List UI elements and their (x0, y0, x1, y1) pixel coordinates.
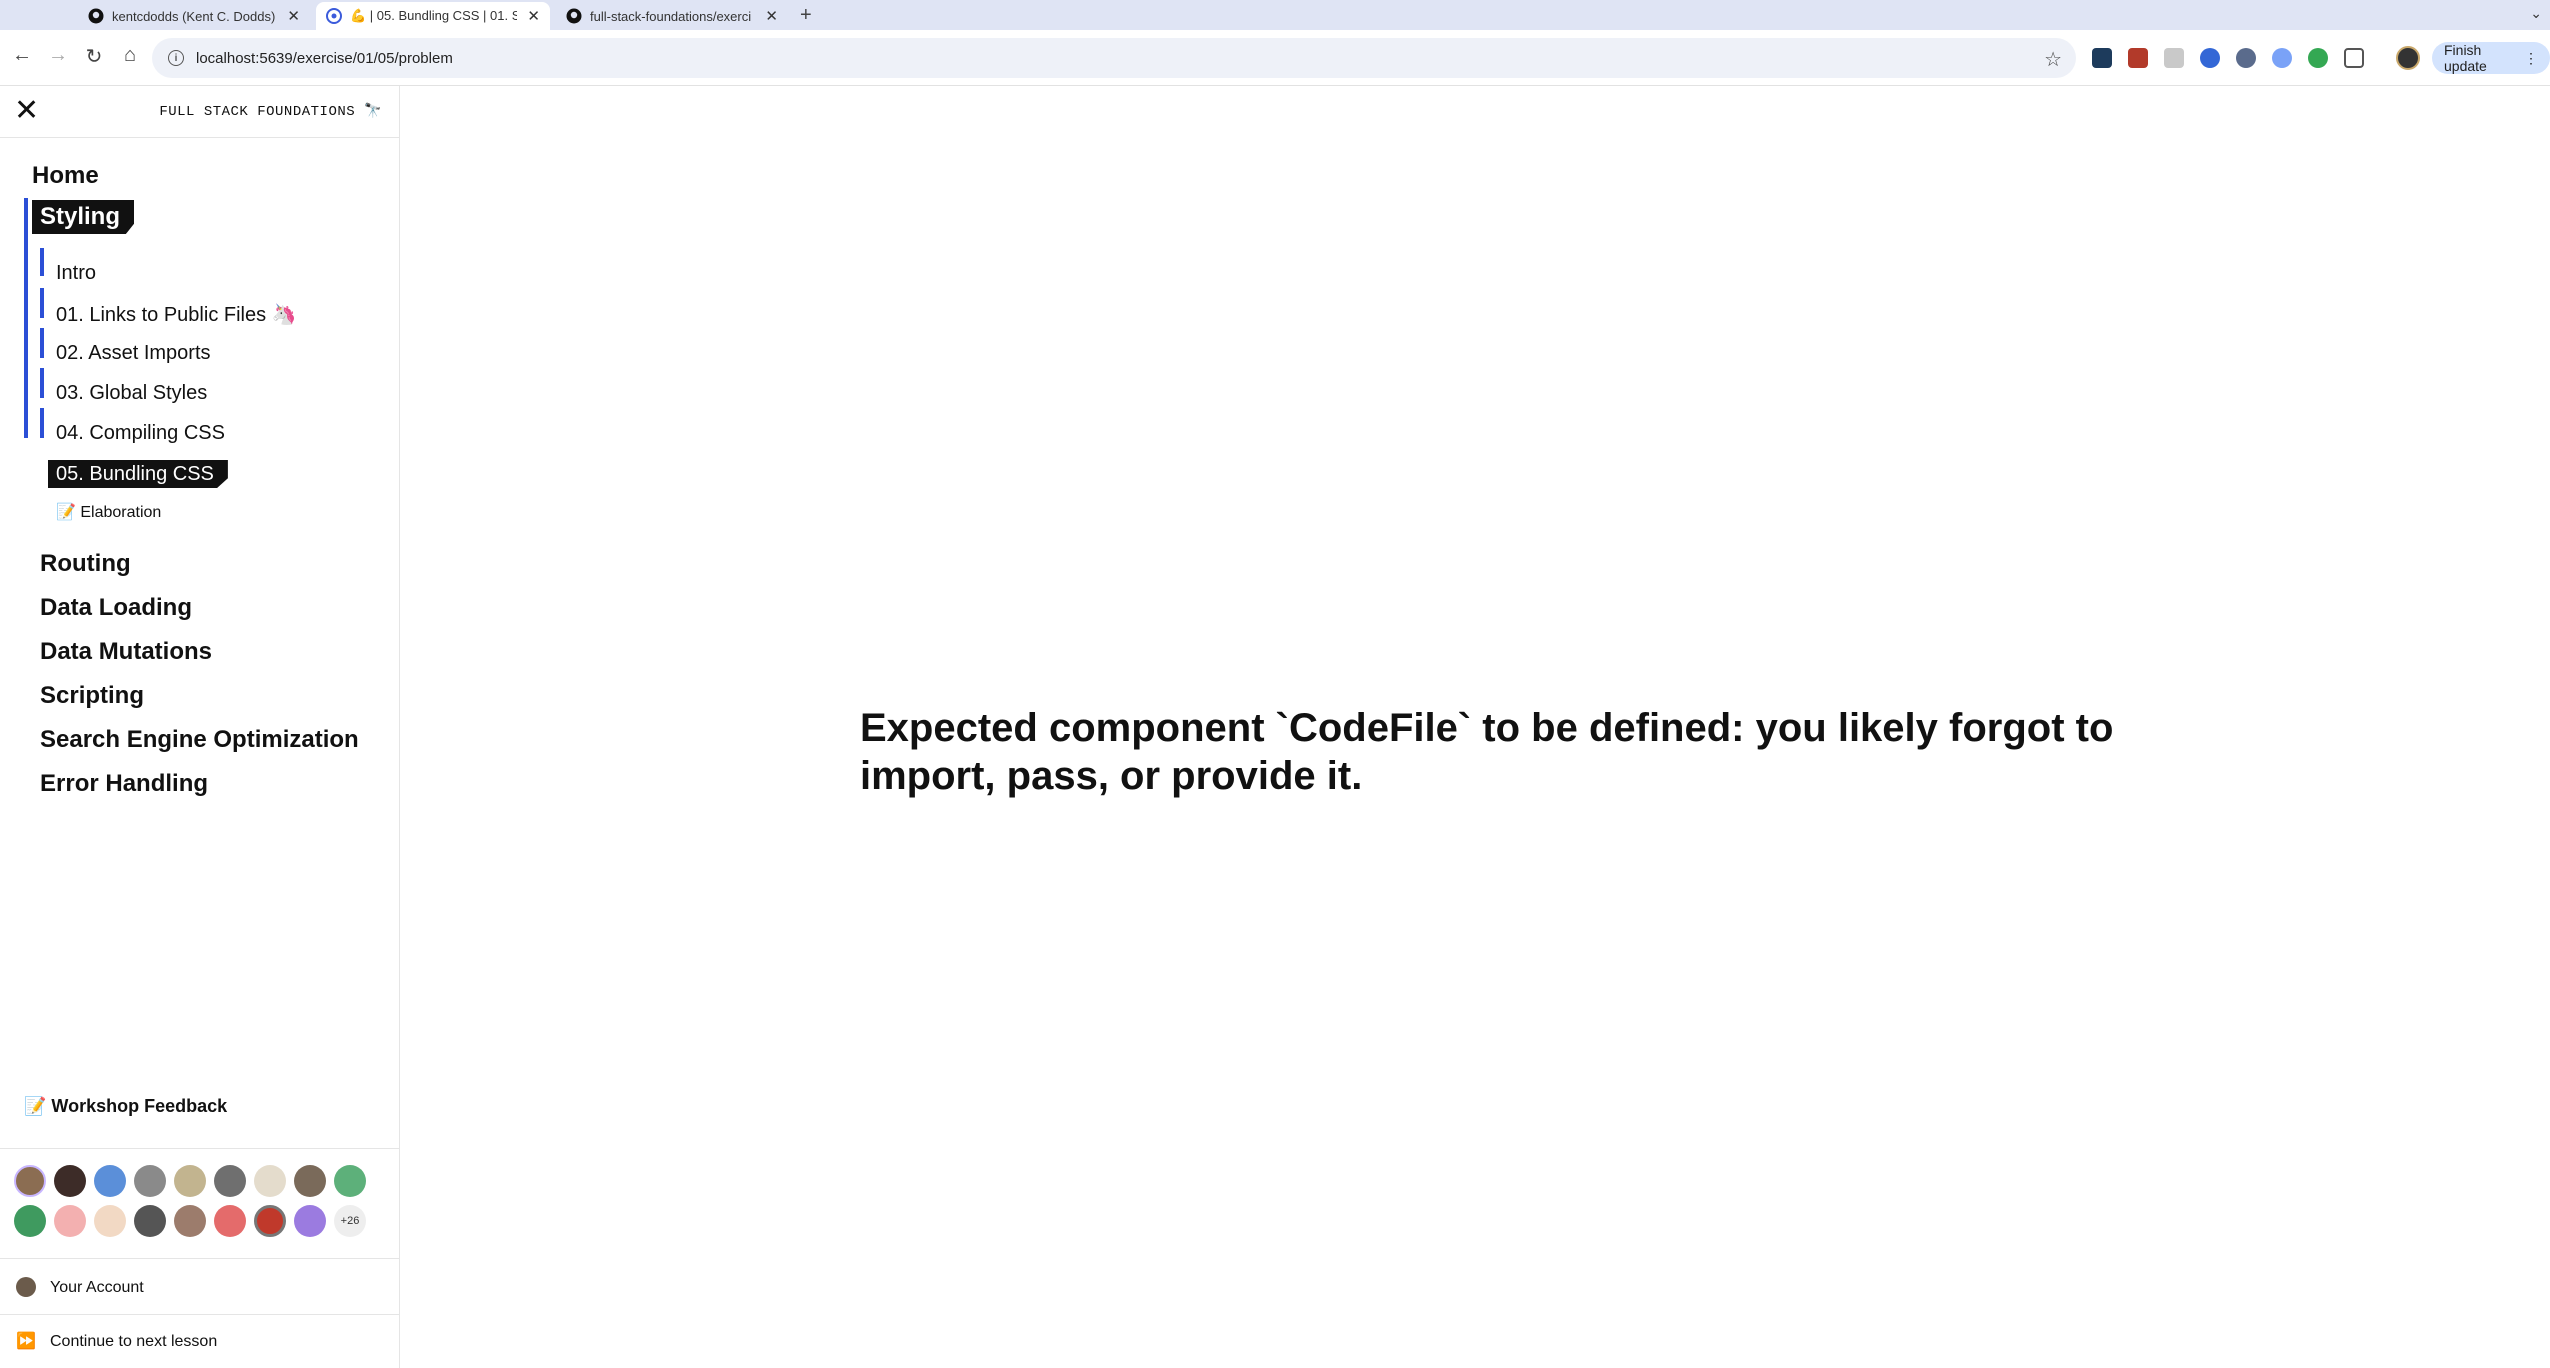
nav-compiling-css[interactable]: 04. Compiling CSS (56, 422, 225, 445)
nav-global-styles[interactable]: 03. Global Styles (56, 382, 207, 405)
sidebar-header: ✕ FULL STACK FOUNDATIONS 🔭 (0, 86, 400, 138)
avatar[interactable] (54, 1165, 86, 1197)
close-tab-icon[interactable]: ✕ (287, 7, 300, 25)
site-info-icon[interactable]: i (168, 50, 184, 66)
account-label: Your Account (50, 1279, 144, 1296)
avatar[interactable] (134, 1165, 166, 1197)
nav-data-mutations[interactable]: Data Mutations (40, 638, 212, 666)
progress-bar (40, 408, 44, 438)
kebab-menu-icon: ⋮ (2524, 49, 2538, 66)
avatar[interactable] (214, 1205, 246, 1237)
fast-forward-icon: ⏩ (16, 1333, 36, 1350)
nav-links-to-public-files[interactable]: 01. Links to Public Files 🦄 (56, 302, 297, 327)
nav-elaboration[interactable]: 📝 Elaboration (56, 502, 161, 522)
nav-error-handling[interactable]: Error Handling (40, 770, 208, 798)
workshop-title-text: FULL STACK FOUNDATIONS (159, 104, 356, 120)
avatar[interactable] (134, 1205, 166, 1237)
extensions-puzzle-icon[interactable] (2344, 48, 2364, 68)
nav-asset-imports[interactable]: 02. Asset Imports (56, 342, 211, 365)
close-icon[interactable]: ✕ (14, 96, 39, 126)
nav-data-loading[interactable]: Data Loading (40, 594, 192, 622)
avatar[interactable] (254, 1205, 286, 1237)
close-tab-icon[interactable]: ✕ (765, 7, 778, 25)
avatar[interactable] (14, 1205, 46, 1237)
tab-bundling-css[interactable]: 💪 | 05. Bundling CSS | 01. St ✕ (316, 2, 550, 30)
home-icon[interactable]: ⌂ (116, 44, 144, 67)
browser-toolbar: ← → ↻ ⌂ i localhost:5639/exercise/01/05/… (0, 30, 2550, 86)
nav-routing[interactable]: Routing (40, 550, 131, 578)
extension-icon[interactable] (2164, 48, 2184, 68)
nav-bundling-css[interactable]: 05. Bundling CSS (48, 460, 228, 488)
epicweb-icon (326, 8, 342, 24)
nav-intro[interactable]: Intro (56, 262, 96, 285)
tab-title: full-stack-foundations/exerci (590, 8, 752, 24)
url-text[interactable]: localhost:5639/exercise/01/05/problem (196, 50, 453, 67)
your-account-link[interactable]: Your Account (0, 1258, 400, 1314)
progress-bar (40, 368, 44, 398)
avatar[interactable] (254, 1165, 286, 1197)
avatar[interactable] (214, 1165, 246, 1197)
avatar[interactable] (94, 1205, 126, 1237)
tab-title: kentcdodds (Kent C. Dodds) (112, 8, 276, 24)
github-icon (566, 8, 582, 24)
workshop-title[interactable]: FULL STACK FOUNDATIONS 🔭 (159, 103, 382, 120)
telescope-icon: 🔭 (364, 104, 382, 120)
avatar[interactable] (54, 1205, 86, 1237)
nav-label: 01. Links to Public Files (56, 304, 267, 326)
close-tab-icon[interactable]: ✕ (527, 7, 540, 25)
tab-github-profile[interactable]: kentcdodds (Kent C. Dodds) ✕ (78, 2, 310, 30)
profile-avatar[interactable] (2396, 46, 2420, 70)
avatar[interactable] (174, 1165, 206, 1197)
extension-badge-icon[interactable] (2128, 48, 2148, 68)
extension-icon[interactable] (2200, 48, 2220, 68)
avatar[interactable] (294, 1205, 326, 1237)
finish-update-button[interactable]: Finish update ⋮ (2432, 42, 2550, 74)
address-bar[interactable]: i localhost:5639/exercise/01/05/problem … (152, 38, 2076, 78)
progress-bar (40, 328, 44, 358)
avatar[interactable] (334, 1165, 366, 1197)
tab-search-chevron-icon[interactable]: ⌄ (2530, 5, 2542, 22)
sidebar: ✕ FULL STACK FOUNDATIONS 🔭 Home Styling … (0, 86, 400, 1368)
more-users-count[interactable]: +26 (334, 1205, 366, 1237)
finish-update-label: Finish update (2444, 42, 2487, 74)
progress-bar (40, 248, 44, 276)
extension-icon[interactable] (2308, 48, 2328, 68)
nav-styling[interactable]: Styling (32, 200, 135, 234)
tab-title: 💪 | 05. Bundling CSS | 01. St (350, 8, 518, 23)
styling-progress-bar (24, 198, 28, 438)
bookmark-star-icon[interactable]: ☆ (2044, 47, 2062, 72)
nav-home[interactable]: Home (32, 162, 99, 190)
avatar[interactable] (294, 1165, 326, 1197)
next-lesson-label: Continue to next lesson (50, 1333, 218, 1350)
new-tab-button[interactable]: + (800, 4, 812, 27)
browser-tab-strip: kentcdodds (Kent C. Dodds) ✕ 💪 | 05. Bun… (0, 0, 2550, 30)
reload-icon[interactable]: ↻ (80, 44, 108, 69)
avatar[interactable] (94, 1165, 126, 1197)
forward-arrow-icon[interactable]: → (44, 44, 72, 67)
continue-next-lesson-link[interactable]: ⏩ Continue to next lesson (0, 1314, 400, 1368)
tab-github-repo[interactable]: full-stack-foundations/exerci ✕ (556, 2, 788, 30)
avatar[interactable] (14, 1165, 46, 1197)
github-icon (88, 8, 104, 24)
extension-icon[interactable] (2092, 48, 2112, 68)
nav-scripting[interactable]: Scripting (40, 682, 144, 710)
error-message: Expected component `CodeFile` to be defi… (860, 706, 2114, 798)
playground-icon: 🦄 (271, 304, 297, 326)
online-users: +26 (0, 1148, 400, 1244)
extension-icon[interactable] (2272, 48, 2292, 68)
extension-icon[interactable] (2236, 48, 2256, 68)
back-arrow-icon[interactable]: ← (8, 44, 36, 67)
nav-search-engine-optimization[interactable]: Search Engine Optimization (40, 726, 359, 754)
user-avatar-icon (16, 1277, 36, 1297)
avatar[interactable] (174, 1205, 206, 1237)
workshop-feedback-link[interactable]: 📝 Workshop Feedback (24, 1096, 227, 1117)
progress-bar (40, 288, 44, 318)
